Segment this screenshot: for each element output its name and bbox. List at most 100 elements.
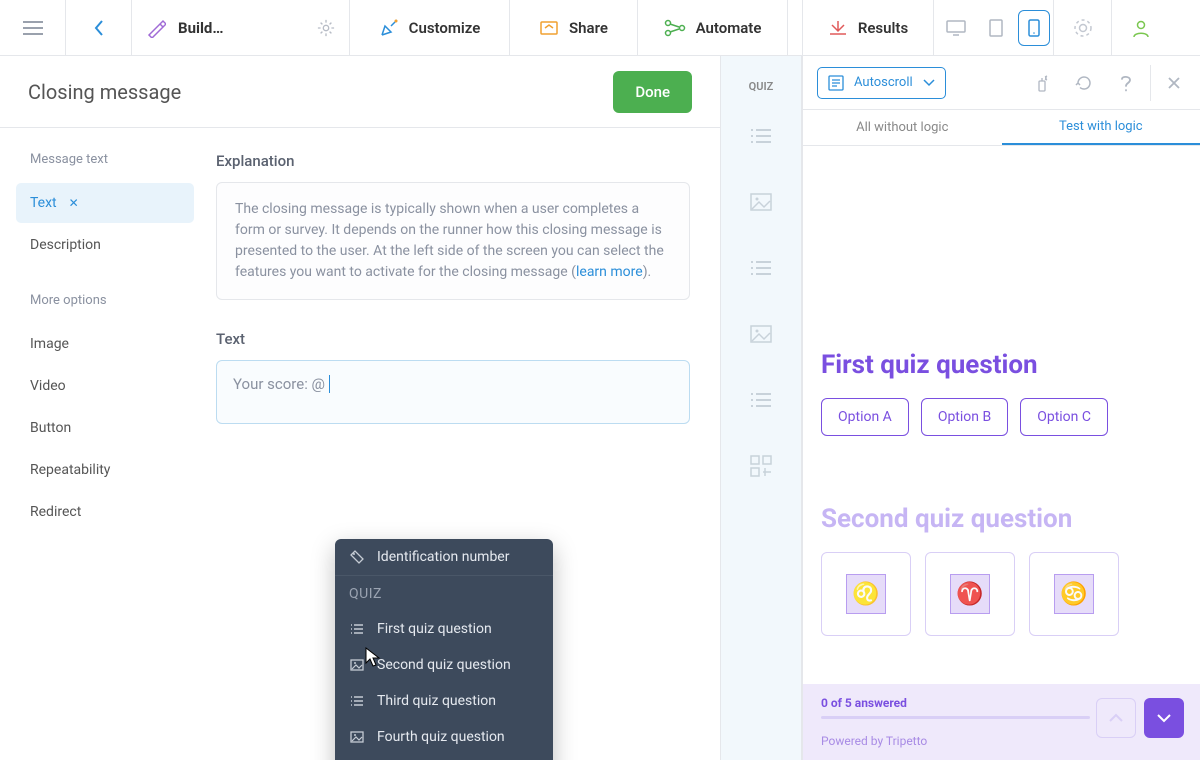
close-preview-button[interactable]	[1150, 65, 1186, 101]
close-icon[interactable]: ✕	[69, 196, 79, 210]
explanation-label: Explanation	[216, 152, 690, 170]
list-icon	[750, 392, 772, 408]
sidebar: Message text Text ✕ Description More opt…	[0, 128, 210, 760]
dropdown-item[interactable]: Third quiz question	[335, 683, 553, 719]
tab-test-with-logic[interactable]: Test with logic	[1002, 110, 1200, 145]
tab-all-without-logic[interactable]: All without logic	[803, 110, 1002, 145]
done-button[interactable]: Done	[613, 71, 692, 113]
device-tablet[interactable]	[976, 0, 1016, 56]
sidebar-item-label: Button	[30, 420, 71, 436]
menu-button[interactable]	[0, 0, 66, 55]
form-icon	[828, 75, 844, 91]
customize-icon	[379, 18, 399, 38]
refresh-icon	[1075, 74, 1093, 92]
preview-body: First quiz question Option A Option B Op…	[803, 146, 1200, 684]
spray-icon	[1034, 74, 1050, 92]
text-value: Your score: @	[233, 375, 325, 393]
strip-block[interactable]	[733, 435, 789, 497]
sidebar-item-description[interactable]: Description	[16, 225, 194, 265]
option-a[interactable]: Option A	[821, 398, 909, 436]
sidebar-item-repeatability[interactable]: Repeatability	[16, 450, 194, 490]
question-title-2: Second quiz question	[821, 504, 1182, 534]
dropdown-item-label: Third quiz question	[377, 693, 496, 709]
editor-panel: Closing message Done Message text Text ✕…	[0, 56, 720, 760]
zodiac-cancer-icon: ♋	[1054, 574, 1094, 614]
sidebar-item-image[interactable]: Image	[16, 324, 194, 364]
build-tab[interactable]: Build…	[132, 0, 350, 55]
sidebar-item-button[interactable]: Button	[16, 408, 194, 448]
explanation-close: ).	[643, 264, 652, 280]
option-b[interactable]: Option B	[921, 398, 1008, 436]
dropdown-item[interactable]: Fourth quiz question	[335, 719, 553, 755]
dropdown-item[interactable]: Fifth quiz question	[335, 755, 553, 760]
text-input[interactable]: Your score: @ Identification number QUIZ…	[216, 360, 690, 424]
sidebar-item-video[interactable]: Video	[16, 366, 194, 406]
image-icon	[750, 193, 772, 211]
hamburger-icon	[23, 21, 43, 35]
prev-button[interactable]	[1096, 698, 1136, 738]
variable-dropdown: Identification number QUIZ First quiz qu…	[335, 539, 553, 760]
phone-icon	[1028, 19, 1040, 37]
text-label: Text	[216, 330, 690, 348]
share-icon	[539, 18, 559, 38]
customize-tab[interactable]: Customize	[350, 0, 510, 55]
help-icon	[1119, 74, 1133, 92]
device-desktop[interactable]	[936, 0, 976, 56]
back-button[interactable]	[66, 0, 132, 55]
build-label: Build…	[178, 19, 223, 37]
image-option[interactable]: ♌	[821, 552, 911, 636]
tutorial-button[interactable]	[1054, 0, 1112, 55]
strip-block[interactable]	[733, 105, 789, 167]
spray-button[interactable]	[1024, 65, 1060, 101]
device-phone[interactable]	[1018, 10, 1050, 46]
chevron-left-icon	[93, 19, 105, 37]
options-row: Option A Option B Option C	[821, 398, 1182, 436]
next-button[interactable]	[1144, 698, 1184, 738]
automate-tab[interactable]: Automate	[638, 0, 788, 55]
strip-block[interactable]	[733, 303, 789, 365]
dropdown-item[interactable]: Second quiz question	[335, 647, 553, 683]
dropdown-item-label: First quiz question	[377, 621, 492, 637]
refresh-button[interactable]	[1066, 65, 1102, 101]
option-c[interactable]: Option C	[1020, 398, 1108, 436]
tag-icon	[349, 549, 365, 565]
list-icon	[750, 260, 772, 276]
sidebar-item-text[interactable]: Text ✕	[16, 183, 194, 223]
strip-block[interactable]	[733, 237, 789, 299]
dropdown-item-identification[interactable]: Identification number	[335, 539, 553, 575]
help-button[interactable]	[1108, 65, 1144, 101]
chevron-up-icon	[1108, 713, 1124, 723]
chevron-down-icon	[1156, 713, 1172, 723]
settings-button[interactable]	[317, 19, 335, 37]
user-button[interactable]	[1112, 0, 1170, 55]
calculator-icon	[750, 455, 772, 477]
image-options-row: ♌ ♈ ♋	[821, 552, 1182, 636]
dropdown-section-quiz: QUIZ	[335, 575, 553, 611]
sidebar-item-label: Redirect	[30, 504, 81, 520]
sidebar-group-message-text: Message text	[30, 152, 194, 167]
image-option[interactable]: ♋	[1029, 552, 1119, 636]
results-icon	[828, 19, 848, 37]
preview-tabs: All without logic Test with logic	[803, 110, 1200, 146]
sidebar-item-label: Text	[30, 195, 57, 211]
strip-block-collapsed[interactable]	[733, 501, 789, 531]
image-icon	[349, 657, 365, 673]
preview-panel: Autoscroll All without logic Test with l…	[802, 56, 1200, 760]
image-option[interactable]: ♈	[925, 552, 1015, 636]
sidebar-item-redirect[interactable]: Redirect	[16, 492, 194, 532]
sidebar-item-label: Repeatability	[30, 462, 110, 478]
results-label: Results	[858, 19, 908, 37]
learn-more-link[interactable]: learn more	[576, 264, 643, 280]
build-icon	[146, 18, 166, 38]
preview-toolbar: Autoscroll	[803, 56, 1200, 110]
autoscroll-dropdown[interactable]: Autoscroll	[817, 67, 946, 99]
sidebar-item-label: Image	[30, 336, 69, 352]
share-tab[interactable]: Share	[510, 0, 638, 55]
list-icon	[750, 128, 772, 144]
dropdown-item-label: Identification number	[377, 549, 509, 565]
strip-block[interactable]	[733, 369, 789, 431]
user-icon	[1131, 18, 1151, 38]
dropdown-item[interactable]: First quiz question	[335, 611, 553, 647]
strip-block[interactable]	[733, 171, 789, 233]
results-tab[interactable]: Results	[802, 0, 934, 55]
